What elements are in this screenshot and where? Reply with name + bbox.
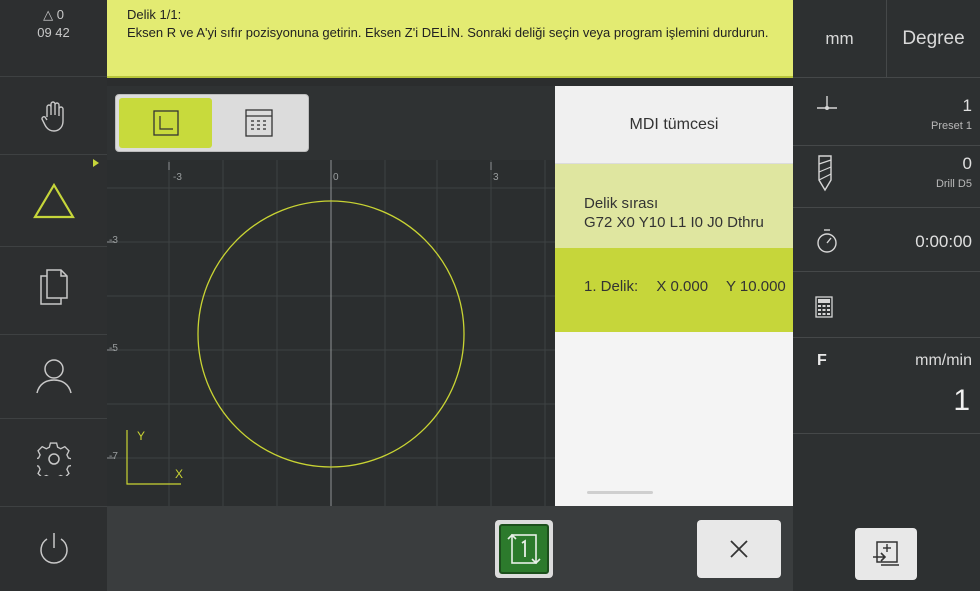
delta-icon bbox=[32, 182, 75, 218]
axis-view-icon bbox=[152, 110, 179, 136]
tool-row[interactable]: 0 Drill D5 bbox=[793, 146, 980, 208]
calculator-row[interactable] bbox=[793, 272, 980, 338]
sidebar: △ 0 09 42 bbox=[0, 0, 107, 591]
x-tick-2: 0 bbox=[333, 172, 339, 183]
timer-row[interactable]: 0:00:00 bbox=[793, 208, 980, 272]
axis-y-label: Y bbox=[137, 429, 145, 443]
hole-row-selected[interactable]: 1. Delik: X 0.000 Y 10.000 bbox=[555, 248, 793, 332]
list-view-button[interactable] bbox=[212, 98, 305, 148]
x-tick-3: 3 bbox=[493, 172, 499, 183]
status-area: △ 0 09 42 bbox=[0, 0, 107, 76]
mdi-panel: MDI tümcesi Delik sırası G72 X0 Y10 L1 I… bbox=[555, 86, 793, 506]
tool-value: 0 bbox=[962, 154, 972, 173]
view-toggle bbox=[115, 94, 309, 152]
feed-row[interactable]: F mm/min 1 bbox=[793, 342, 980, 434]
preset-icon bbox=[817, 96, 837, 110]
hole-label: 1. Delik: bbox=[584, 278, 639, 295]
plot-area: -3 0 3 -3 -5 -7 Y X bbox=[107, 160, 555, 506]
preset-value: 1 bbox=[962, 96, 972, 115]
feed-value: 1 bbox=[953, 384, 970, 417]
hand-icon bbox=[40, 100, 64, 132]
unit-length[interactable]: mm bbox=[793, 0, 886, 77]
scroll-indicator[interactable] bbox=[587, 491, 653, 494]
axis-status-value: 0 bbox=[56, 7, 64, 22]
files-icon bbox=[39, 268, 68, 305]
feed-unit: mm/min bbox=[915, 352, 972, 369]
active-indicator bbox=[93, 159, 99, 167]
add-to-program-icon bbox=[873, 541, 899, 566]
sidebar-item-user[interactable] bbox=[0, 334, 107, 414]
user-icon bbox=[35, 358, 72, 393]
next-step-button-face bbox=[499, 524, 549, 574]
sidebar-item-power[interactable] bbox=[0, 506, 107, 591]
clock: 09 42 bbox=[37, 25, 70, 40]
y-tick-1: -3 bbox=[109, 235, 118, 246]
message-banner: Delik 1/1: Eksen R ve A'yi sıfır pozisyo… bbox=[107, 0, 793, 78]
next-step-button[interactable] bbox=[495, 520, 553, 578]
unit-angle[interactable]: Degree bbox=[886, 0, 980, 77]
axis-x-label: X bbox=[175, 467, 183, 481]
plot-canvas: -3 0 3 -3 -5 -7 Y X bbox=[107, 160, 555, 506]
sidebar-item-mdi[interactable] bbox=[0, 154, 107, 246]
hole-x: X 0.000 bbox=[656, 278, 709, 295]
feed-label: F bbox=[817, 352, 827, 369]
graphic-view: -3 0 3 -3 -5 -7 Y X bbox=[107, 86, 555, 506]
hole-sequence-block[interactable]: Delik sırası G72 X0 Y10 L1 I0 J0 Dthru bbox=[555, 164, 793, 248]
close-button[interactable] bbox=[697, 520, 781, 578]
banner-text: Eksen R ve A'yi sıfır pozisyonuna getiri… bbox=[127, 25, 769, 40]
axis-indicator bbox=[126, 430, 181, 485]
add-to-program-button[interactable] bbox=[855, 528, 917, 580]
delta-small-icon: △ bbox=[43, 7, 54, 22]
drill-icon bbox=[818, 155, 832, 192]
hole-y: Y 10.000 bbox=[725, 278, 786, 295]
y-tick-2: -5 bbox=[109, 343, 118, 354]
timer-value: 0:00:00 bbox=[915, 232, 972, 251]
units-row: mm Degree bbox=[793, 0, 980, 78]
banner-title: Delik 1/1: bbox=[127, 7, 182, 22]
status-panel: mm Degree 1 Preset 1 0 Drill D5 0:00:00 … bbox=[793, 0, 980, 591]
bottom-toolbar bbox=[107, 506, 793, 591]
calculator-icon bbox=[815, 296, 833, 318]
tool-label: Drill D5 bbox=[935, 178, 972, 190]
grid-view-icon bbox=[244, 109, 273, 137]
sequence-title: Delik sırası bbox=[584, 195, 659, 212]
y-tick-3: -7 bbox=[109, 451, 118, 462]
sidebar-item-manual[interactable] bbox=[0, 76, 107, 156]
axis-status: △ 0 bbox=[0, 6, 107, 24]
preset-row[interactable]: 1 Preset 1 bbox=[793, 80, 980, 146]
close-icon bbox=[730, 540, 748, 558]
cycle-icon bbox=[507, 533, 541, 565]
power-icon bbox=[39, 533, 68, 564]
sequence-code: G72 X0 Y10 L1 I0 J0 Dthru bbox=[584, 214, 764, 231]
sidebar-item-settings[interactable] bbox=[0, 418, 107, 498]
graphic-view-button[interactable] bbox=[119, 98, 212, 148]
sidebar-item-files[interactable] bbox=[0, 246, 107, 326]
mdi-header: MDI tümcesi bbox=[555, 86, 793, 164]
app-window: △ 0 09 42 Delik 1/1: Eksen R ve A'yi sıf… bbox=[0, 0, 980, 591]
gear-icon bbox=[36, 441, 71, 476]
x-tick-1: -3 bbox=[173, 172, 182, 183]
preset-label: Preset 1 bbox=[931, 120, 972, 132]
stopwatch-icon bbox=[817, 229, 837, 253]
